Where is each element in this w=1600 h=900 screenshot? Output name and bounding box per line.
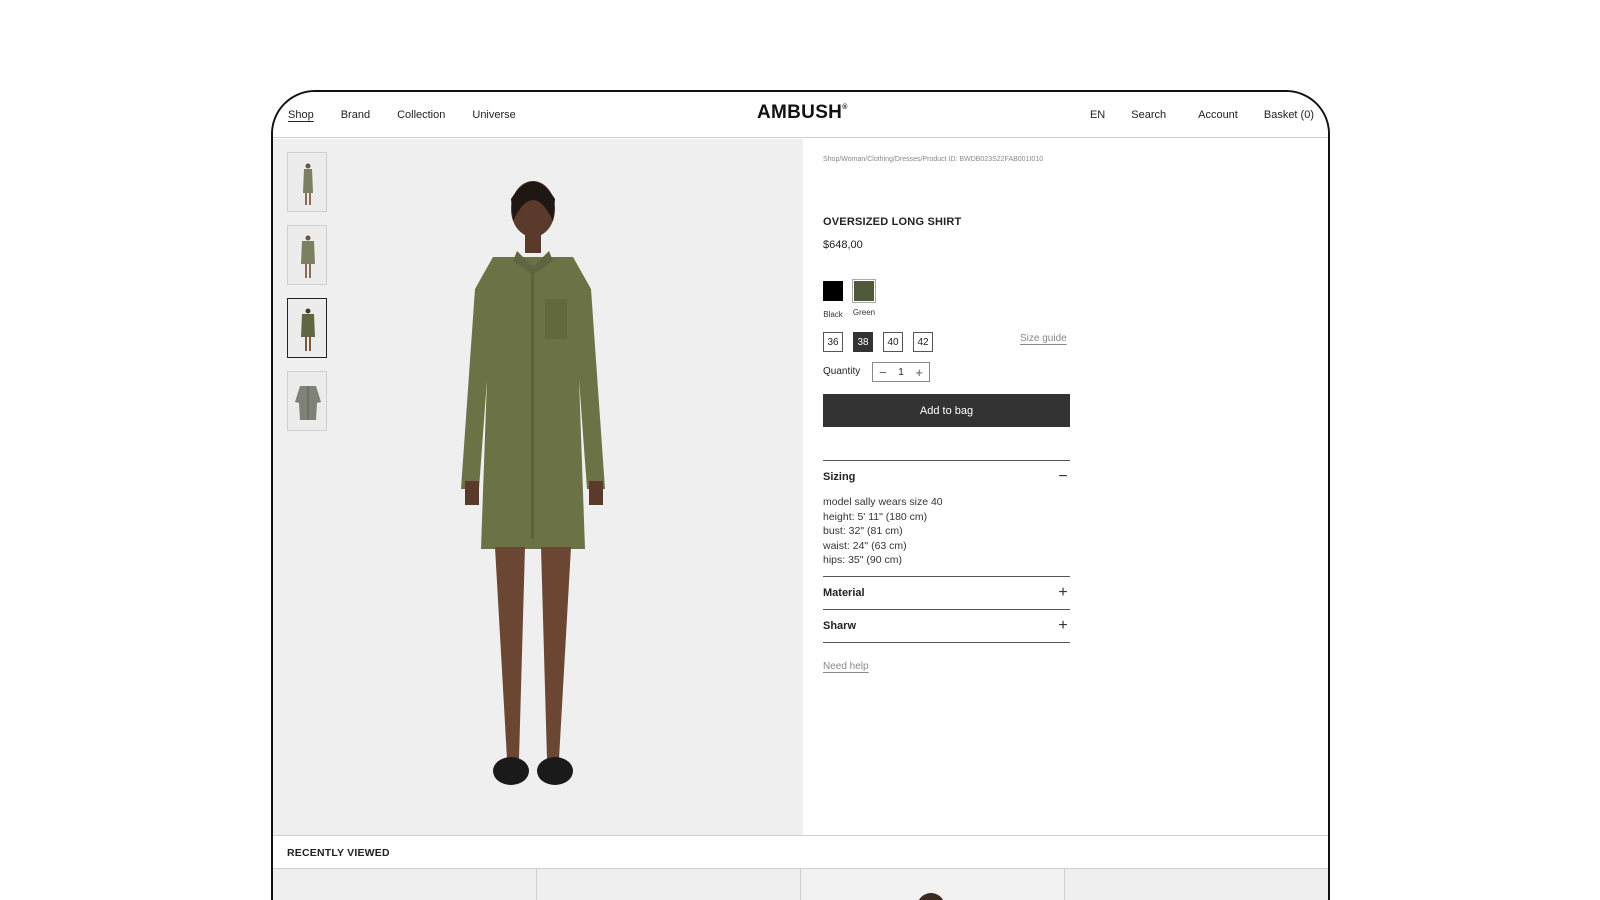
expand-icon[interactable]: +: [1056, 584, 1070, 602]
product-gallery: [273, 139, 803, 835]
recent-product-tile[interactable]: [273, 869, 537, 900]
sizing-line: model sally wears size 40: [823, 496, 943, 508]
accordion-title: Sizing: [823, 471, 856, 483]
add-to-bag-button[interactable]: Add to bag: [823, 394, 1070, 427]
sizing-line: height: 5' 11" (180 cm): [823, 510, 928, 523]
recent-product-tile[interactable]: [537, 869, 801, 900]
info-accordion: Sizing − model sally wears size 40 heigh…: [823, 460, 1070, 643]
model-head-image: [918, 893, 944, 900]
nav-universe[interactable]: Universe: [472, 109, 515, 121]
quantity-label: Quantity: [823, 366, 861, 377]
plus-icon[interactable]: +: [915, 366, 923, 379]
color-option-black[interactable]: Black: [823, 281, 843, 319]
nav-shop[interactable]: Shop: [288, 109, 314, 121]
breadcrumb[interactable]: Shop/Woman/Clothing/Dresses/Product ID: …: [823, 156, 1043, 163]
basket-link[interactable]: Basket (0): [1264, 109, 1314, 121]
color-label: Black: [823, 310, 843, 319]
accordion-sizing: Sizing − model sally wears size 40 heigh…: [823, 460, 1070, 576]
accordion-material-header[interactable]: Material +: [823, 577, 1070, 609]
thumbnail-3[interactable]: [287, 298, 327, 358]
expand-icon[interactable]: +: [1056, 617, 1070, 635]
nav-collection[interactable]: Collection: [397, 109, 445, 121]
utility-nav: EN Search Account Basket (0): [1090, 109, 1314, 121]
color-option-green[interactable]: Green: [852, 279, 876, 319]
thumbnail-1[interactable]: [287, 152, 327, 212]
size-options: 36 38 40 42: [823, 332, 933, 352]
section-title: RECENTLY VIEWED: [287, 847, 390, 859]
quantity-value[interactable]: 1: [898, 367, 904, 378]
account-link[interactable]: Account: [1198, 109, 1238, 121]
product-title: OVERSIZED LONG SHIRT: [823, 216, 962, 228]
top-navigation: Shop Brand Collection Universe AMBUSH® E…: [273, 92, 1328, 138]
size-40[interactable]: 40: [883, 332, 903, 352]
size-guide-link[interactable]: Size guide: [1020, 333, 1067, 344]
accordion-sizing-header[interactable]: Sizing −: [823, 461, 1070, 493]
color-options: Black Green: [823, 279, 876, 319]
recently-viewed-grid: [273, 869, 1328, 900]
swatch-green[interactable]: [852, 279, 876, 303]
size-42[interactable]: 42: [913, 332, 933, 352]
accordion-title: Material: [823, 586, 865, 599]
recent-product-tile[interactable]: [801, 869, 1065, 900]
collapse-icon[interactable]: −: [1056, 468, 1070, 486]
sizing-details: model sally wears size 40 height: 5' 11"…: [823, 493, 1070, 576]
need-help-link[interactable]: Need help: [823, 661, 869, 672]
sizing-line: bust: 32" (81 cm): [823, 525, 903, 538]
tablet-frame: Shop Brand Collection Universe AMBUSH® E…: [271, 90, 1330, 900]
language-selector[interactable]: EN: [1090, 109, 1105, 121]
recent-product-tile[interactable]: [1065, 869, 1328, 900]
brand-logo[interactable]: AMBUSH®: [757, 102, 848, 124]
thumbnail-4[interactable]: [287, 371, 327, 431]
minus-icon[interactable]: −: [879, 366, 887, 379]
accordion-material: Material +: [823, 575, 1070, 609]
quantity-stepper: − 1 +: [872, 362, 930, 382]
thumbnail-2[interactable]: [287, 225, 327, 285]
size-38[interactable]: 38: [853, 332, 873, 352]
accordion-title: Sharw: [823, 619, 857, 632]
sizing-line: hips: 35" (90 cm): [823, 554, 903, 567]
size-36[interactable]: 36: [823, 332, 843, 352]
recently-viewed-header: RECENTLY VIEWED: [273, 835, 1328, 869]
product-price: $648,00: [823, 239, 863, 251]
swatch-black[interactable]: [823, 281, 843, 301]
model-wearing-shirt-dress-image: [461, 181, 605, 785]
primary-nav: Shop Brand Collection Universe: [288, 109, 516, 121]
thumbnail-list: [287, 152, 327, 431]
accordion-sharw: Sharw +: [823, 608, 1070, 643]
accordion-sharw-header[interactable]: Sharw +: [823, 610, 1070, 642]
color-label: Green: [852, 308, 876, 317]
nav-brand[interactable]: Brand: [341, 109, 370, 121]
sizing-line: waist: 24" (63 cm): [823, 539, 907, 552]
search-link[interactable]: Search: [1131, 109, 1166, 121]
